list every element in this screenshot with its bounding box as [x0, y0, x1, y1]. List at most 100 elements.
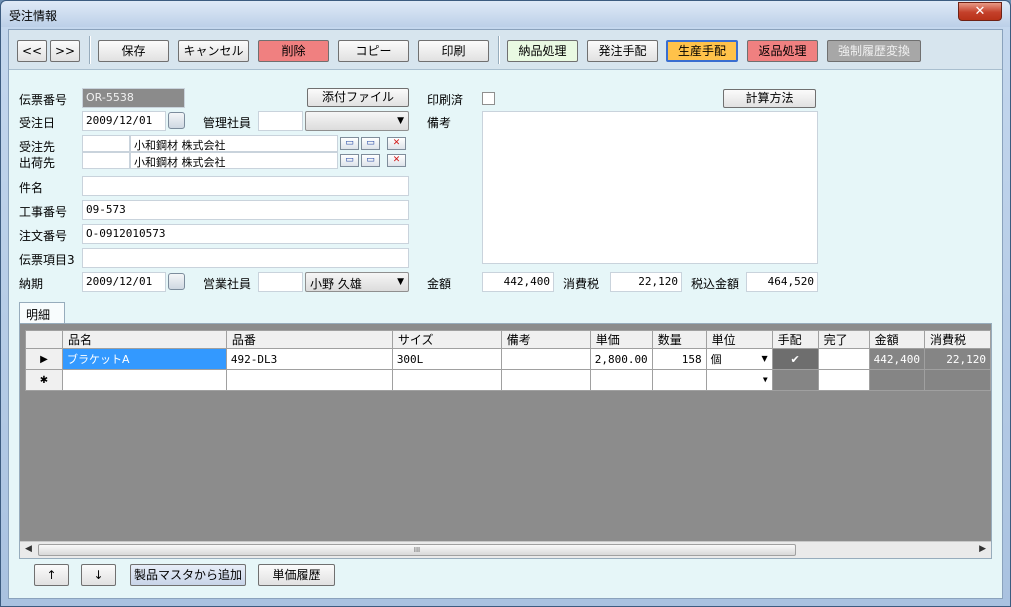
note-cell[interactable]	[500, 369, 591, 391]
customer-name-field[interactable]: 小和鋼材 株式会社	[130, 135, 338, 152]
remarks-label: 備考	[427, 116, 452, 130]
attach-file-button[interactable]: 添付ファイル	[307, 88, 409, 107]
chevron-down-icon: ▼	[762, 375, 768, 384]
unit-value: 個	[710, 353, 722, 366]
move-down-button[interactable]: ↓	[81, 564, 116, 586]
ship-to-label: 出荷先	[19, 156, 56, 170]
ship-to-code-field[interactable]	[82, 152, 130, 169]
arranged-check-cell[interactable]	[771, 369, 819, 391]
calendar-icon[interactable]	[168, 273, 185, 290]
size-cell[interactable]: 300L	[391, 348, 502, 370]
column-header[interactable]: 単位	[705, 330, 773, 349]
order-arrange-button[interactable]: 発注手配	[587, 40, 658, 62]
detail-grid: 品名 品番 サイズ 備考 単価 数量 単位 手配 完了 金額 消費税 ▶ ブラケ…	[19, 323, 992, 559]
delete-button[interactable]: 削除	[258, 40, 329, 62]
sales-staff-select[interactable]: 小野 久雄 ▼	[305, 272, 409, 292]
due-date-field[interactable]: 2009/12/01	[82, 272, 166, 292]
manager-select[interactable]: ▼	[305, 111, 409, 131]
move-up-button[interactable]: ↑	[34, 564, 69, 586]
ship-to-name-field[interactable]: 小和鋼材 株式会社	[130, 152, 338, 169]
column-header[interactable]: 消費税	[923, 330, 991, 349]
product-name-cell[interactable]	[61, 369, 227, 391]
po-number-field[interactable]: O-0912010573	[82, 224, 409, 244]
part-number-cell[interactable]	[225, 369, 393, 391]
done-cell[interactable]	[817, 348, 870, 370]
product-name-cell[interactable]: ブラケットA	[61, 348, 227, 370]
scroll-left-icon[interactable]: ◀	[25, 544, 32, 554]
new-row-marker: ✱	[25, 369, 63, 391]
construction-no-field[interactable]: 09-573	[82, 200, 409, 220]
force-history-convert-button[interactable]: 強制履歴変換	[827, 40, 921, 62]
copy-button[interactable]: コピー	[338, 40, 409, 62]
column-header[interactable]: サイズ	[391, 330, 502, 349]
table-row[interactable]: ▶ ブラケットA 492-DL3 300L 2,800.00 158 個 ▼ ✔ …	[25, 348, 991, 370]
amount-field[interactable]: 442,400	[482, 272, 554, 292]
column-header[interactable]: 手配	[771, 330, 819, 349]
close-button[interactable]: ✕	[958, 2, 1002, 21]
order-date-field[interactable]: 2009/12/01	[82, 111, 166, 131]
prev-record-button[interactable]: <<	[17, 40, 47, 62]
next-record-button[interactable]: >>	[50, 40, 80, 62]
quantity-cell[interactable]	[651, 369, 707, 391]
column-header[interactable]: 品名	[61, 330, 227, 349]
unit-cell[interactable]: 個 ▼	[705, 348, 773, 370]
horizontal-scrollbar[interactable]: ◀ III ▶	[20, 541, 991, 558]
scroll-right-icon[interactable]: ▶	[979, 544, 986, 554]
quantity-cell[interactable]: 158	[651, 348, 707, 370]
unit-cell[interactable]: ▼	[705, 369, 773, 391]
chevron-down-icon: ▼	[397, 277, 404, 287]
production-arrange-button[interactable]: 生産手配	[666, 40, 738, 62]
add-from-product-master-button[interactable]: 製品マスタから追加	[130, 564, 246, 586]
manager-code-field[interactable]	[258, 111, 303, 131]
tax-field[interactable]: 22,120	[610, 272, 682, 292]
construction-no-label: 工事番号	[19, 205, 68, 219]
save-button[interactable]: 保存	[98, 40, 169, 62]
cancel-button[interactable]: キャンセル	[178, 40, 249, 62]
total-label: 税込金額	[691, 277, 740, 291]
chevron-down-icon: ▼	[397, 116, 404, 126]
sales-staff-code-field[interactable]	[258, 272, 303, 292]
customer-code-field[interactable]	[82, 135, 130, 152]
print-button[interactable]: 印刷	[418, 40, 489, 62]
window-icon[interactable]: ▭	[340, 137, 359, 150]
column-header[interactable]: 備考	[500, 330, 591, 349]
po-number-label: 注文番号	[19, 229, 68, 243]
unit-price-cell[interactable]: 2,800.00	[589, 348, 653, 370]
new-row[interactable]: ✱ ▼	[25, 369, 991, 391]
return-process-button[interactable]: 返品処理	[747, 40, 818, 62]
printed-checkbox[interactable]	[482, 92, 495, 105]
calc-method-button[interactable]: 計算方法	[723, 89, 816, 108]
scroll-thumb[interactable]: III	[38, 544, 796, 556]
window-icon[interactable]: ▭	[361, 154, 380, 167]
clear-icon[interactable]: ✕	[387, 154, 406, 167]
column-header[interactable]: 完了	[817, 330, 870, 349]
arranged-check-cell[interactable]: ✔	[771, 348, 819, 370]
calendar-icon[interactable]	[168, 112, 185, 129]
unit-price-cell[interactable]	[589, 369, 653, 391]
size-cell[interactable]	[391, 369, 502, 391]
price-history-button[interactable]: 単価履歴	[258, 564, 335, 586]
delivery-process-button[interactable]: 納品処理	[507, 40, 578, 62]
column-header[interactable]: 品番	[225, 330, 393, 349]
tax-cell	[923, 369, 991, 391]
window-icon[interactable]: ▭	[340, 154, 359, 167]
order-info-window: 受注情報 ✕ << >> 保存 キャンセル 削除 コピー 印刷 納品処理 発注手…	[0, 0, 1011, 607]
column-header[interactable]: 金額	[868, 330, 925, 349]
title-bar: 受注情報 ✕	[1, 1, 1010, 27]
window-icon[interactable]: ▭	[361, 137, 380, 150]
remarks-textarea[interactable]	[482, 111, 818, 264]
slip-number-field[interactable]: OR-5538	[82, 88, 185, 108]
part-number-cell[interactable]: 492-DL3	[225, 348, 393, 370]
column-header[interactable]: 数量	[651, 330, 707, 349]
amount-cell: 442,400	[868, 348, 925, 370]
tab-detail[interactable]: 明細	[19, 302, 65, 324]
column-header[interactable]: 単価	[589, 330, 653, 349]
total-field[interactable]: 464,520	[746, 272, 818, 292]
clear-icon[interactable]: ✕	[387, 137, 406, 150]
note-cell[interactable]	[500, 348, 591, 370]
subject-field[interactable]	[82, 176, 409, 196]
slip-item3-field[interactable]	[82, 248, 409, 268]
slip-item3-label: 伝票項目3	[19, 253, 75, 267]
window-title: 受注情報	[9, 9, 58, 23]
done-cell[interactable]	[817, 369, 870, 391]
